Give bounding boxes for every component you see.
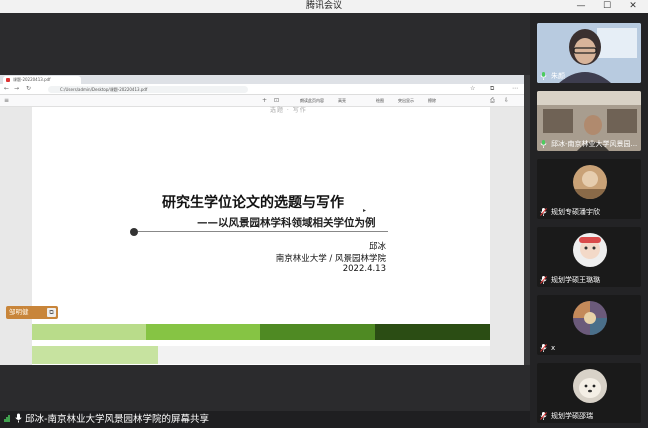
slide-subtitle: ——以风景园林学科领域相关学位为例 (197, 217, 376, 229)
slide-organization: 南京林业大学 / 风景园林学院 (275, 254, 386, 264)
slide-title: 研究生学位论文的选题与写作 (162, 195, 344, 211)
toolbar-item[interactable]: 擦除 (428, 98, 436, 104)
browser-tab[interactable]: 课题-20220413.pdf (3, 76, 81, 84)
speaker-name: 邹明健 (9, 308, 29, 316)
refresh-icon[interactable]: ↻ (26, 85, 31, 92)
slide-bullet-dot (130, 228, 138, 236)
microphone-icon (15, 413, 22, 423)
slide-color-bar-1 (32, 324, 146, 340)
participant-tile[interactable]: 规划学硕邵瑞 (537, 363, 641, 423)
avatar (573, 233, 607, 267)
participant-tile[interactable]: x (537, 295, 641, 355)
mic-muted-icon (540, 276, 547, 284)
avatar (573, 369, 607, 403)
browser-tab-title: 课题-20220413.pdf (13, 77, 51, 82)
participant-name: 规划学硕王璐璐 (551, 276, 600, 284)
avatar (573, 165, 607, 199)
participant-name: 规划专硕潘宇欣 (551, 208, 600, 216)
maximize-button[interactable]: ☐ (596, 0, 618, 13)
mic-on-icon (540, 140, 547, 148)
more-icon[interactable]: ⋯ (512, 85, 518, 92)
previous-page-text: 选题 · 写作 (270, 107, 307, 114)
slide-author: 邱冰 (368, 242, 386, 252)
share-status-bar: 邱冰-南京林业大学风景园林学院的屏幕共享 (0, 411, 530, 428)
participant-name: 朱颜 (551, 72, 565, 80)
screen-icon: ⧉ (47, 308, 56, 317)
speaking-indicator: 邹明健 ⧉ (6, 306, 58, 319)
participant-list: 朱颜 邱冰-南京林业大学风景园... 规划专硕潘宇欣 规划学硕王璐璐 x 规划学… (530, 13, 648, 428)
toolbar-item[interactable]: 绘图 (376, 98, 384, 104)
print-icon[interactable]: ⎙ (490, 97, 495, 105)
slide-color-bar-2 (146, 324, 260, 340)
participant-tile[interactable]: 规划学硕王璐璐 (537, 227, 641, 287)
share-label: 邱冰-南京林业大学风景园林学院的屏幕共享 (4, 411, 209, 428)
slide-color-bar-3 (260, 324, 375, 340)
avatar (573, 301, 607, 335)
close-button[interactable]: ✕ (622, 0, 644, 13)
share-label-text: 邱冰-南京林业大学风景园林学院的屏幕共享 (25, 414, 209, 425)
favorites-icon[interactable]: ☆ (470, 85, 475, 92)
next-page-band-light (32, 346, 158, 364)
forward-icon[interactable]: → (14, 85, 19, 92)
contents-icon[interactable]: ≡ (4, 97, 9, 104)
pdf-icon (6, 78, 10, 82)
participant-tile[interactable]: 规划专硕潘宇欣 (537, 159, 641, 219)
mic-muted-icon (540, 412, 547, 420)
participant-name: 邱冰-南京林业大学风景园... (551, 140, 638, 148)
mic-muted-icon (540, 344, 547, 352)
next-page-band (158, 346, 490, 364)
participant-name: 规划学硕邵瑞 (551, 412, 593, 420)
slide-date: 2022.4.13 (342, 264, 386, 274)
participant-name: x (551, 344, 556, 352)
address-input[interactable]: C:/Users/admin/Desktop/课题-20220413.pdf (48, 86, 248, 93)
mic-on-icon (540, 72, 547, 80)
mic-muted-icon (540, 208, 547, 216)
collections-icon[interactable]: ⧉ (490, 85, 494, 93)
participant-tile[interactable]: 邱冰-南京林业大学风景园... (537, 91, 641, 151)
toolbar-item[interactable]: 突出显示 (398, 98, 414, 104)
slide-color-bar-4 (375, 324, 490, 340)
signal-icon (4, 415, 10, 422)
slide-divider-line (138, 231, 388, 232)
zoom-in-icon[interactable]: + (262, 97, 267, 104)
fit-page-icon[interactable]: ⊡ (274, 97, 279, 104)
pdf-toolbar: ≡ + ⊡ 朗读此页内容 高亮 绘图 突出显示 擦除 ⎙ ⇩ (0, 95, 530, 107)
browser-tab-strip: 课题-20220413.pdf (0, 75, 530, 84)
save-icon[interactable]: ⇩ (504, 97, 509, 104)
toolbar-item[interactable]: 高亮 (338, 98, 346, 104)
mouse-cursor-icon: ▸ (363, 207, 367, 214)
title-bar: 腾讯会议 — ☐ ✕ (0, 0, 648, 13)
back-icon[interactable]: ← (4, 85, 9, 92)
participant-tile[interactable]: 朱颜 (537, 23, 641, 83)
window-title: 腾讯会议 (305, 1, 342, 11)
toolbar-item[interactable]: 朗读此页内容 (300, 98, 324, 104)
minimize-button[interactable]: — (570, 0, 592, 13)
browser-address-bar: ← → ↻ C:/Users/admin/Desktop/课题-20220413… (0, 84, 530, 95)
